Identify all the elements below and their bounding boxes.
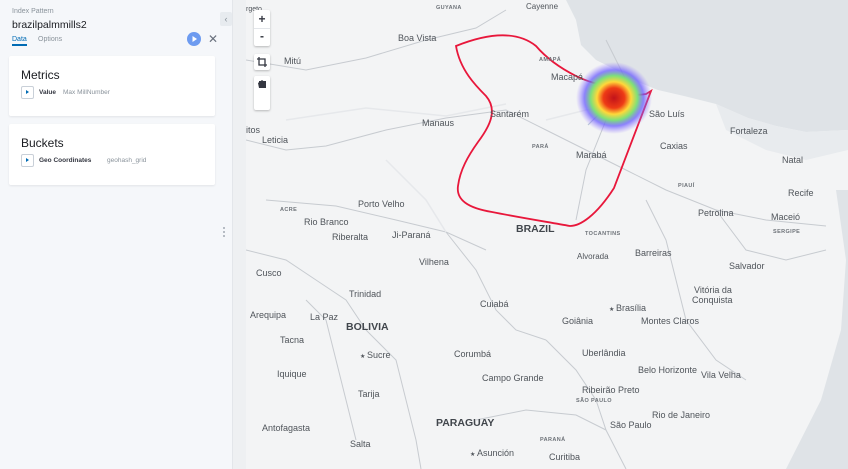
map-label: Manaus [422, 118, 455, 128]
map-label: Goiânia [562, 316, 593, 326]
map-label: SÃO PAULO [576, 397, 612, 404]
map-label: Tarija [358, 389, 380, 399]
map-label: Boa Vista [398, 33, 436, 43]
map-label: SERGIPE [773, 229, 800, 235]
map-label: Cayenne [526, 2, 559, 11]
crop-icon [257, 57, 267, 67]
expand-toggle-icon[interactable] [21, 154, 34, 167]
map-label: BOLIVIA [346, 321, 389, 333]
map-label: Corumbá [454, 349, 491, 359]
map-label: Ribeirão Preto [582, 385, 640, 395]
metrics-title: Metrics [21, 68, 60, 82]
buckets-panel: Buckets Geo Coordinates geohash_grid [9, 124, 215, 185]
index-pattern-label: Index Pattern [12, 8, 54, 15]
map-label: ACRE [280, 207, 297, 213]
apply-changes-button[interactable] [187, 32, 201, 46]
map-label: itos [246, 125, 261, 135]
map-label: Barreiras [635, 248, 672, 258]
map-label: Tacna [280, 335, 304, 345]
fit-data-bounds-button[interactable] [254, 54, 270, 70]
map-label: Cusco [256, 268, 282, 278]
close-icon: ✕ [208, 32, 219, 46]
tab-data[interactable]: Data [12, 36, 27, 46]
map-label: PARÁ [532, 143, 549, 150]
metric-agg-description: Max MillNumber [63, 89, 110, 96]
map-label: Leticia [262, 135, 288, 145]
map-label: Salta [350, 439, 371, 449]
map-label: Rio de Janeiro [652, 410, 710, 420]
expand-toggle-icon[interactable] [21, 86, 34, 99]
map-label: AMAPÁ [539, 56, 561, 63]
metrics-panel: Metrics Value Max MillNumber [9, 56, 215, 116]
draw-rectangle-button[interactable] [254, 81, 270, 110]
metric-agg-name: Value [39, 89, 56, 96]
map-label: Rio Branco [304, 217, 349, 227]
map-label: Maceió [771, 212, 800, 222]
heatmap-hotspot [576, 62, 652, 134]
map-label: Mitú [284, 56, 301, 66]
map-label: Vila Velha [701, 370, 741, 380]
rectangle-draw-icon [259, 81, 266, 88]
map-label: Montes Claros [641, 316, 700, 326]
bucket-agg-description: geohash_grid [107, 157, 147, 164]
map-label: Porto Velho [358, 199, 405, 209]
map-label: GUYANA [436, 5, 462, 11]
zoom-in-button[interactable]: + [254, 10, 270, 28]
buckets-title: Buckets [21, 136, 64, 150]
map-label: Asunción [477, 448, 514, 458]
map-label: Curitiba [549, 452, 580, 462]
map-label: Arequipa [250, 310, 286, 320]
map-label: Vitória da [694, 285, 732, 295]
visualization-editor-sidebar: Index Pattern brazilpalmmills2 Data Opti… [0, 0, 233, 469]
map-label: PARAGUAY [436, 417, 494, 429]
map-label: Belo Horizonte [638, 365, 697, 375]
map-label: Natal [782, 155, 803, 165]
play-icon [192, 36, 197, 42]
map-label: Trinidad [349, 289, 381, 299]
index-pattern-name: brazilpalmmills2 [12, 19, 87, 31]
resize-handle[interactable] [222, 226, 226, 237]
map-label: Conquista [692, 295, 733, 305]
map-label: São Paulo [610, 420, 652, 430]
bucket-agg-name: Geo Coordinates [39, 157, 92, 164]
map-label: Vilhena [419, 257, 449, 267]
map-label: Alvorada [577, 252, 609, 261]
map-canvas[interactable]: GUYANA Cayenne rgeto Boa Vista Mitú AMAP… [246, 0, 848, 469]
map-label: Caxias [660, 141, 688, 151]
capital-marker: ★ [609, 306, 614, 313]
map-label: Sucre [367, 350, 391, 360]
map-label: BRAZIL [516, 223, 555, 235]
map-label: Fortaleza [730, 126, 768, 136]
basemap: GUYANA Cayenne rgeto Boa Vista Mitú AMAP… [246, 0, 848, 469]
map-label: Cuiabá [480, 299, 509, 309]
map-label: Marabá [576, 150, 607, 160]
capital-marker: ★ [470, 451, 475, 458]
map-label: Santarém [490, 109, 529, 119]
collapse-sidebar-button[interactable]: ‹ [220, 12, 232, 26]
map-label: Iquique [277, 369, 307, 379]
discard-button[interactable]: ✕ [208, 32, 218, 46]
map-label: Brasília [616, 303, 646, 313]
draw-tools [254, 76, 270, 110]
map-label: Salvador [729, 261, 765, 271]
map-label: TOCANTINS [585, 231, 621, 237]
zoom-out-button[interactable]: - [254, 28, 270, 47]
map-label: São Luís [649, 109, 685, 119]
map-label: PIAUÍ [678, 181, 695, 189]
sidebar-header: Index Pattern brazilpalmmills2 Data Opti… [0, 0, 232, 46]
chevron-left-icon: ‹ [224, 14, 228, 24]
map-label: Riberalta [332, 232, 368, 242]
map-label: Uberlândia [582, 348, 626, 358]
map-label: Recife [788, 188, 814, 198]
map-label: PARANÁ [540, 436, 566, 443]
zoom-control: + - [254, 10, 270, 46]
map-label: Ji-Paraná [392, 230, 431, 240]
tab-options[interactable]: Options [38, 36, 62, 43]
capital-marker: ★ [360, 353, 365, 360]
map-label: Antofagasta [262, 423, 310, 433]
map-label: Macapá [551, 72, 583, 82]
map-label: Petrolina [698, 208, 734, 218]
map-label: La Paz [310, 312, 339, 322]
map-label: Campo Grande [482, 373, 544, 383]
